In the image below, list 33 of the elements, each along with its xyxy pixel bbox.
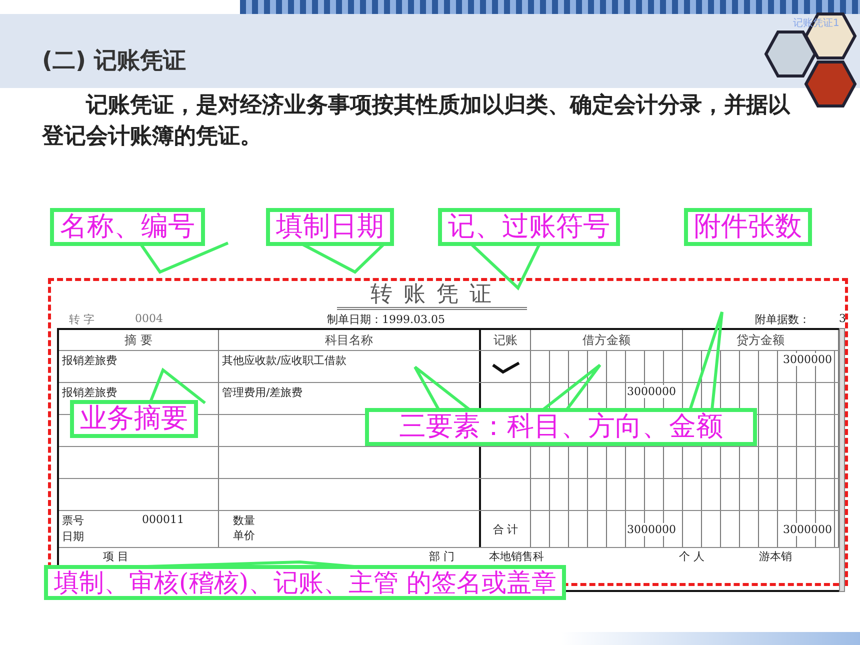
voucher-date: 制单日期：1999.03.05 xyxy=(327,312,445,327)
callout-label: 附件张数 xyxy=(684,208,812,246)
summary-cell: 报销差旅费 xyxy=(59,351,219,382)
total-label: 合 计 xyxy=(492,522,518,536)
scrollbar[interactable] xyxy=(839,328,845,592)
callout-label: 记、过账符号 xyxy=(438,208,620,246)
callout-label: 填制、审核(稽核)、记账、主管 的签名或盖章 xyxy=(44,565,566,600)
callout-label: 三要素：科目、方向、金额 xyxy=(365,408,757,446)
column-header: 借方金额 xyxy=(531,330,683,350)
voucher-title: 转 账 凭 证 xyxy=(337,283,527,310)
quantity-label: 数量 xyxy=(233,513,256,528)
date-label: 日期 xyxy=(62,529,85,545)
ticket-label: 票号 xyxy=(62,513,85,529)
footer-field: 本地销售科 xyxy=(489,549,544,564)
callout-label: 名称、编号 xyxy=(50,208,205,246)
slide-title: (二) 记账凭证 xyxy=(42,47,186,76)
attachments-count: 3 xyxy=(839,312,846,325)
column-header: 科目名称 xyxy=(219,330,481,350)
checkmark-icon xyxy=(490,360,520,374)
definition-paragraph: 记账凭证，是对经济业务事项按其性质加以归类、确定会计分录，并据以登记会计账簿的凭证。 xyxy=(42,92,792,151)
footer-field: 游本销 xyxy=(759,549,792,564)
footer-field: 项 目 xyxy=(103,549,128,564)
footer-field: 个 人 xyxy=(679,549,704,564)
column-header: 摘 要 xyxy=(59,330,219,350)
attachments-label: 附单据数： xyxy=(755,312,810,327)
voucher-number: 0004 xyxy=(135,312,163,325)
column-header: 记账 xyxy=(481,330,531,350)
footer-field: 部 门 xyxy=(429,549,454,564)
ticket-number: 000011 xyxy=(142,513,185,528)
account-cell: 其他应收款/应收职工借款 xyxy=(219,351,481,382)
callout-label: 填制日期 xyxy=(266,208,394,246)
unit-price-label: 单价 xyxy=(233,528,256,543)
voucher-type: 转 字 xyxy=(69,312,94,327)
